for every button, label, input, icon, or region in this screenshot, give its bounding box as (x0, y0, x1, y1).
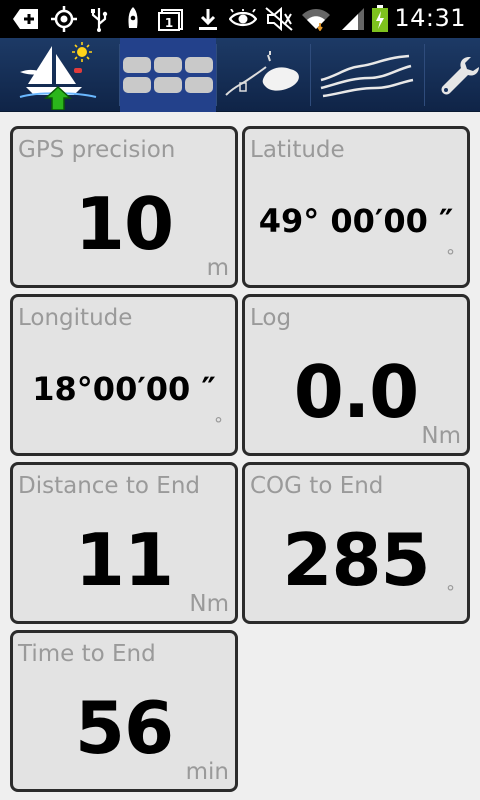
tile-latitude[interactable]: Latitude 49° 00′00 ″ ° (242, 126, 470, 288)
tile-value: 11 (74, 518, 174, 602)
gps-target-icon (50, 6, 78, 32)
tile-label: COG to End (250, 473, 384, 499)
tile-time-to-end[interactable]: Time to End 56 min (10, 630, 238, 792)
tile-unit: min (185, 759, 229, 785)
waves-icon (320, 54, 414, 98)
app-logo[interactable] (0, 38, 118, 112)
tile-unit: m (206, 255, 229, 281)
tile-value: 49° 00′00 ″ (258, 202, 454, 240)
tile-unit: ° (214, 414, 223, 435)
tile-gps-precision[interactable]: GPS precision 10 m (10, 126, 238, 288)
download-icon (196, 6, 220, 32)
map-route-icon (225, 51, 299, 96)
tile-unit: ° (446, 246, 455, 267)
tile-longitude[interactable]: Longitude 18°00′00 ″ ° (10, 294, 238, 456)
mute-icon (264, 6, 294, 32)
main-toolbar (0, 38, 480, 112)
wifi-icon (300, 6, 332, 32)
tile-value: 56 (74, 686, 174, 770)
tile-value: 0.0 (293, 350, 420, 434)
track-tab[interactable] (311, 38, 423, 112)
svg-text:1: 1 (165, 16, 173, 30)
sailboat-icon (19, 42, 97, 110)
map-tab[interactable] (217, 38, 309, 112)
tile-log[interactable]: Log 0.0 Nm (242, 294, 470, 456)
settings-tab[interactable] (425, 38, 480, 112)
tile-label: Log (250, 305, 292, 331)
status-bar: 1 14:31 (0, 0, 480, 38)
tile-distance-to-end[interactable]: Distance to End 11 Nm (10, 462, 238, 624)
tile-value: 18°00′00 ″ (32, 370, 216, 408)
tile-label: Time to End (18, 641, 156, 667)
tile-label: GPS precision (18, 137, 176, 163)
tile-unit: ° (446, 582, 455, 603)
tile-label: Longitude (18, 305, 133, 331)
calendar-icon: 1 (156, 6, 186, 32)
add-box-icon (10, 6, 42, 32)
battery-charging-icon (370, 5, 390, 32)
tile-unit: Nm (421, 423, 461, 449)
tile-value: 10 (74, 182, 174, 266)
clock-time: 14:31 (394, 4, 466, 32)
eye-icon (228, 6, 258, 32)
usb-icon (88, 6, 110, 32)
tile-unit: Nm (189, 591, 229, 617)
wrench-icon (441, 57, 479, 95)
tile-cog-to-end[interactable]: COG to End 285 ° (242, 462, 470, 624)
dashboard-tab[interactable] (120, 38, 216, 112)
tile-label: Latitude (250, 137, 345, 163)
grid-icon (123, 57, 213, 93)
tile-label: Distance to End (18, 473, 200, 499)
signal-icon (340, 6, 366, 32)
tile-value: 285 (282, 518, 430, 602)
boat-notification-icon (122, 6, 144, 32)
